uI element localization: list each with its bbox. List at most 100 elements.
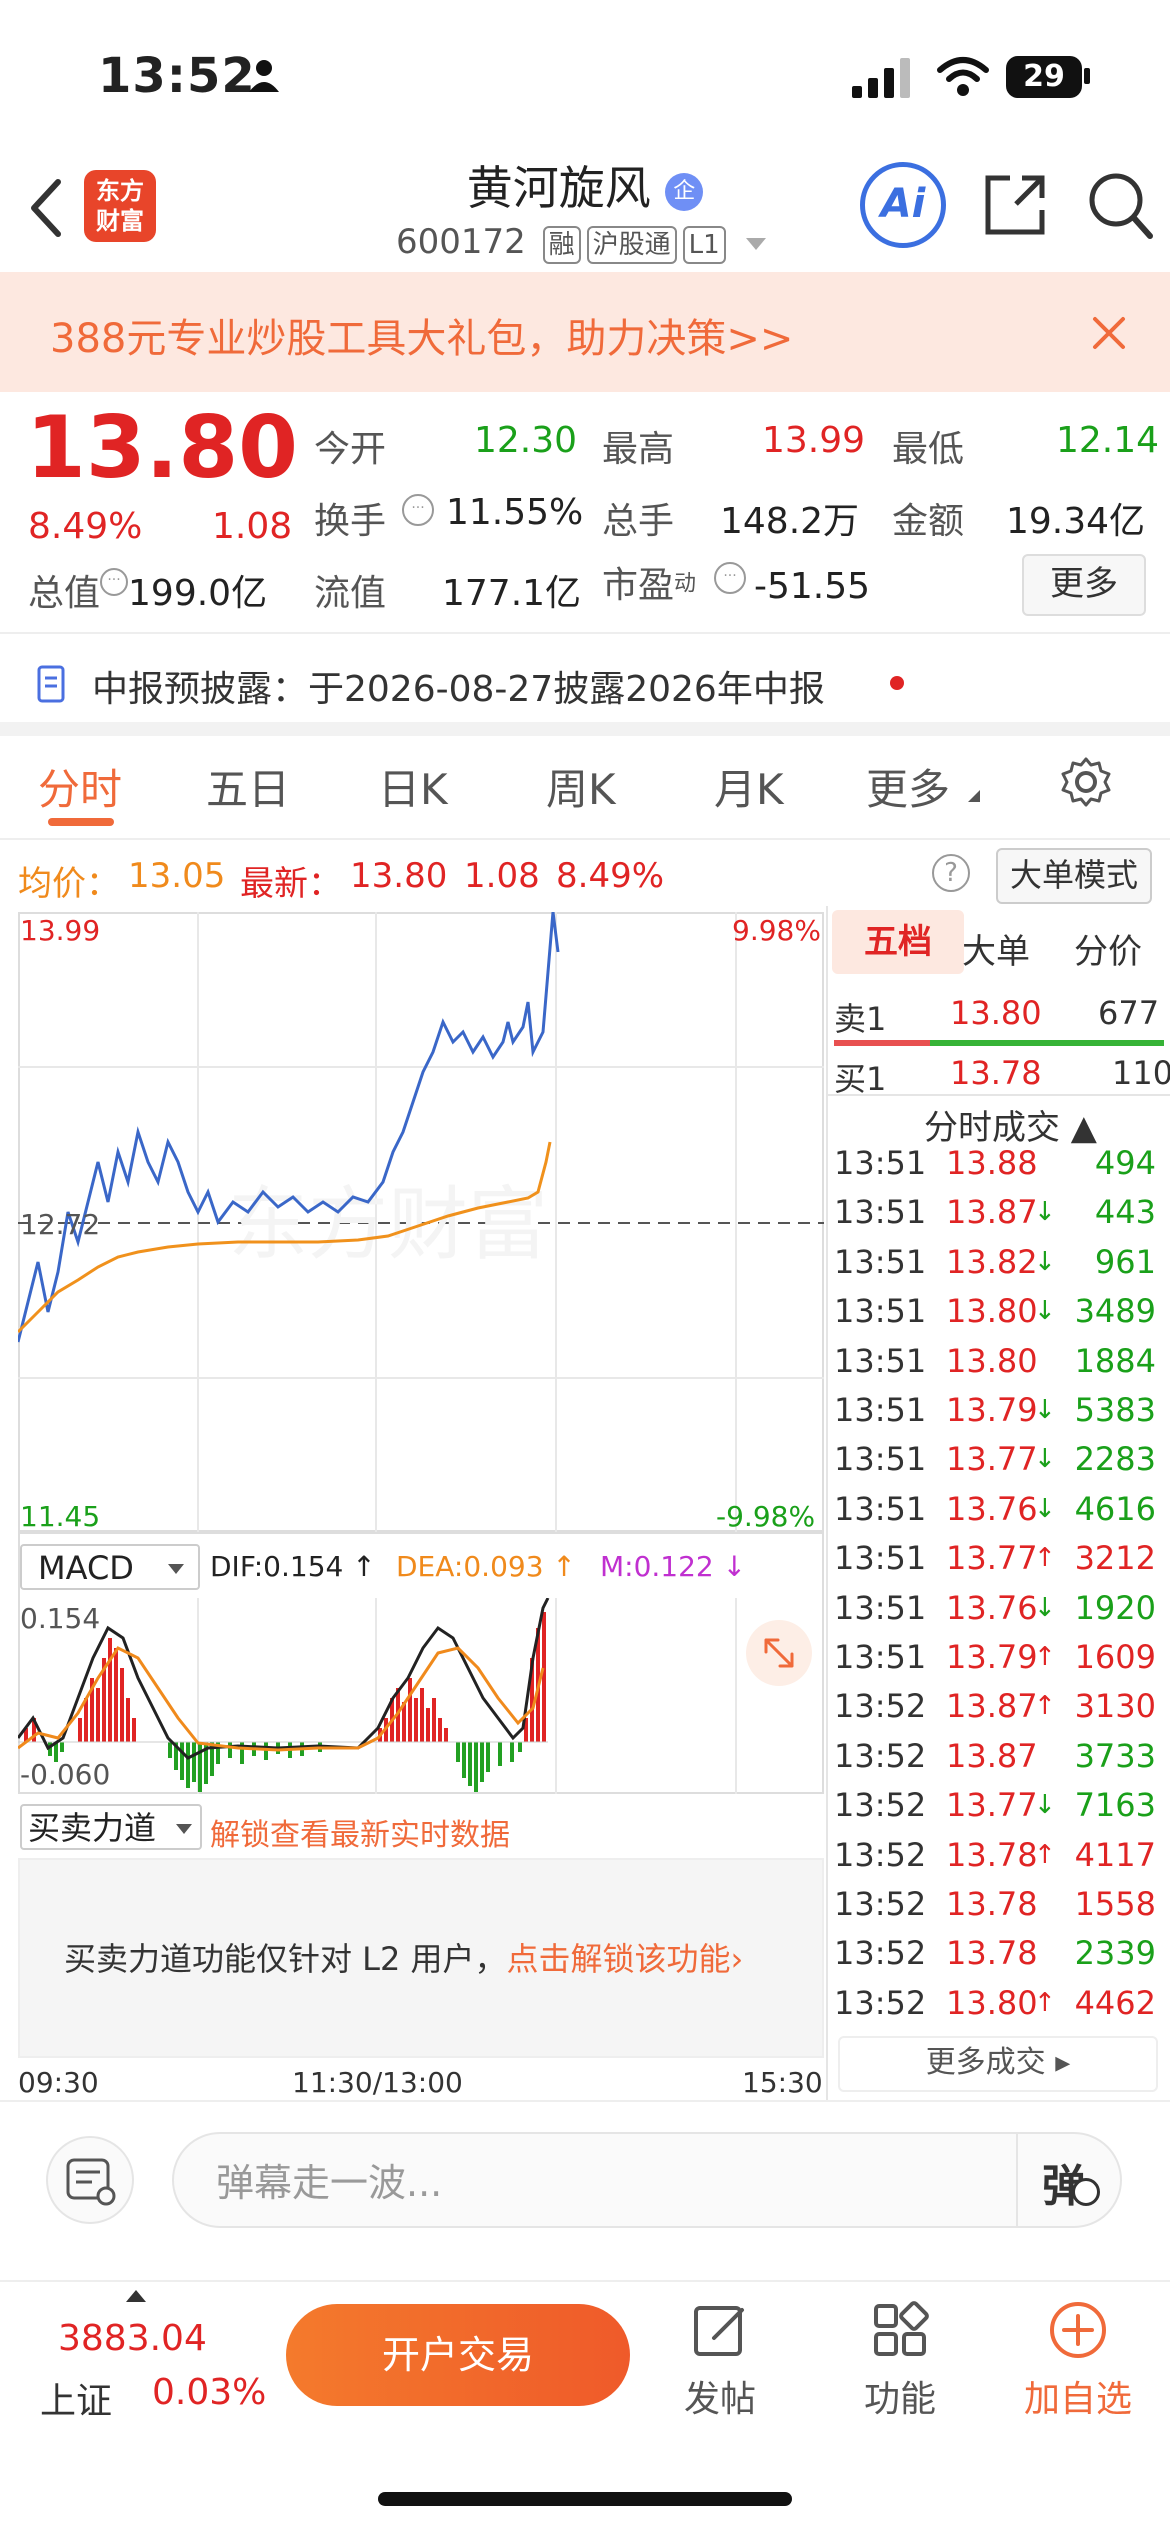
comment-placeholder: 弹幕走一波... xyxy=(216,2161,443,2205)
trade-price: 13.79 xyxy=(946,1391,1038,1429)
sell-bar xyxy=(834,1040,930,1046)
tab-daily-k[interactable]: 日K xyxy=(378,756,448,817)
latest-label: 最新： xyxy=(240,864,342,904)
trade-price: 13.78 xyxy=(946,1885,1038,1923)
info-icon[interactable]: ··· xyxy=(714,562,746,594)
person-icon xyxy=(249,60,279,92)
pct-low-label: -9.98% xyxy=(716,1500,816,1533)
more-trades-button[interactable]: 更多成交 ▸ xyxy=(838,2036,1158,2092)
report-notice[interactable]: 中报预披露：于2026-08-27披露2026年中报 xyxy=(92,660,825,712)
x-mid-label: 11:30/13:00 xyxy=(292,2066,463,2099)
trade-row: 13:52 13.87 ↑ 3130 xyxy=(834,1687,1164,1736)
avg-price: 13.05 xyxy=(128,856,226,896)
trade-time: 13:52 xyxy=(834,1687,927,1726)
macd-m: M:0.122 ↓ xyxy=(600,1550,747,1583)
promo-banner-text[interactable]: 388元专业炒股工具大礼包，助力决策>> xyxy=(50,306,793,364)
arrow-down-icon: ↓ xyxy=(1034,1444,1056,1475)
ai-button[interactable]: Ai xyxy=(860,162,946,248)
trade-row: 13:52 13.87 3733 xyxy=(834,1737,1164,1786)
search-icon[interactable] xyxy=(1086,170,1154,240)
trade-volume: 1609 xyxy=(1074,1638,1156,1676)
close-icon[interactable] xyxy=(1092,316,1126,350)
danmu-settings-icon xyxy=(66,2158,116,2206)
trade-time: 13:52 xyxy=(834,1934,927,1973)
trade-time: 13:51 xyxy=(834,1292,927,1331)
divider xyxy=(1016,2134,1018,2226)
trade-price: 13.77 xyxy=(946,1539,1038,1578)
battery-tip xyxy=(1084,68,1090,84)
trade-volume: 3733 xyxy=(1074,1736,1156,1775)
add-circle-icon[interactable] xyxy=(1048,2300,1108,2360)
document-icon xyxy=(37,665,65,703)
tab-five-day[interactable]: 五日 xyxy=(206,756,290,817)
low-value: 12.14 xyxy=(1056,420,1160,461)
macd-dif: DIF:0.154 ↑ xyxy=(210,1550,376,1583)
unlock-feature-link[interactable]: 点击解锁该功能› xyxy=(507,1940,744,1978)
trade-price: 13.78 xyxy=(946,1835,1038,1874)
index-name[interactable]: 上证 xyxy=(40,2372,112,2424)
index-value[interactable]: 3883.04 xyxy=(58,2318,207,2359)
arrow-up-icon: ↑ xyxy=(1034,1839,1056,1870)
buy1-price: 13.78 xyxy=(950,1054,1042,1092)
nav-add-watchlist[interactable]: 加自选 xyxy=(1024,2370,1132,2422)
trade-time: 13:51 xyxy=(834,1391,927,1429)
trade-row: 13:51 13.82 ↓ 961 xyxy=(834,1243,1164,1292)
price-line xyxy=(18,912,560,1343)
trade-volume: 7163 xyxy=(1074,1786,1156,1825)
change-percent: 8.49% xyxy=(28,506,143,547)
trades-title[interactable]: 分时成交 ▲ xyxy=(924,1100,1097,1149)
tab-intraday[interactable]: 分时 xyxy=(38,756,122,817)
tab-underline xyxy=(48,818,114,826)
buy1-volume: 110 xyxy=(1112,1054,1170,1092)
unlock-link[interactable]: 解锁查看最新实时数据 xyxy=(210,1810,510,1854)
gear-icon[interactable] xyxy=(1060,756,1112,808)
chevron-up-icon[interactable] xyxy=(126,2290,146,2302)
trade-price: 13.82 xyxy=(946,1242,1038,1281)
index-percent[interactable]: 0.03% xyxy=(152,2372,266,2413)
big-order-mode-button[interactable]: 大单模式 xyxy=(996,848,1152,904)
trade-time: 13:51 xyxy=(834,1489,927,1528)
y-high-label: 13.99 xyxy=(20,914,101,947)
nav-function[interactable]: 功能 xyxy=(864,2370,936,2422)
help-icon[interactable]: ? xyxy=(932,854,970,892)
expand-button[interactable] xyxy=(746,1620,812,1686)
edit-icon[interactable] xyxy=(690,2300,750,2360)
nav-post[interactable]: 发帖 xyxy=(684,2370,756,2422)
tab-price-distribution[interactable]: 分价 xyxy=(1074,924,1142,973)
comment-settings-button[interactable] xyxy=(46,2136,134,2224)
tab-big-order[interactable]: 大单 xyxy=(962,924,1030,973)
tab-five-levels[interactable]: 五档 xyxy=(832,910,964,974)
trade-row: 13:51 13.77 ↓ 2283 xyxy=(834,1440,1164,1489)
macd-selector[interactable]: MACD xyxy=(20,1544,200,1590)
tab-monthly-k[interactable]: 月K xyxy=(714,756,784,817)
trade-time: 13:51 xyxy=(834,1144,927,1182)
trade-time: 13:51 xyxy=(834,1341,927,1380)
arrow-down-icon: ↓ xyxy=(1034,1592,1056,1623)
trade-price: 13.76 xyxy=(946,1489,1038,1528)
latest-change: 1.08 xyxy=(464,856,540,896)
buysell-selector[interactable]: 买卖力道 xyxy=(20,1804,202,1850)
trade-row: 13:51 13.79 ↑ 1609 xyxy=(834,1638,1164,1687)
more-button[interactable]: 更多 xyxy=(1022,554,1146,616)
trade-volume: 443 xyxy=(1094,1193,1156,1232)
locked-panel-text: 买卖力道功能仅针对 L2 用户，点击解锁该功能› xyxy=(64,1940,744,1978)
sell1-volume: 677 xyxy=(1098,994,1160,1032)
trade-row: 13:51 13.88 494 xyxy=(834,1144,1164,1193)
trade-price: 13.76 xyxy=(946,1588,1038,1627)
trade-time: 13:51 xyxy=(834,1440,927,1479)
watermark: 东方财富 xyxy=(228,1178,548,1271)
share-icon[interactable] xyxy=(982,172,1048,238)
trade-row: 13:52 13.80 ↑ 4462 xyxy=(834,1984,1164,2033)
info-icon[interactable]: ··· xyxy=(402,494,434,526)
arrow-up-icon: ↑ xyxy=(1034,1642,1056,1672)
grid-icon[interactable] xyxy=(870,2300,930,2360)
open-account-button[interactable]: 开户交易 xyxy=(286,2304,630,2406)
trade-row: 13:52 13.77 ↓ 7163 xyxy=(834,1786,1164,1835)
trade-row: 13:51 13.77 ↑ 3212 xyxy=(834,1539,1164,1588)
trade-price: 13.80 xyxy=(946,1292,1038,1331)
signal-icon xyxy=(852,58,910,98)
tab-more[interactable]: 更多 xyxy=(866,756,950,817)
tab-weekly-k[interactable]: 周K xyxy=(546,756,616,817)
avg-price-label: 均价： xyxy=(18,864,120,904)
high-label: 最高 xyxy=(602,429,675,470)
